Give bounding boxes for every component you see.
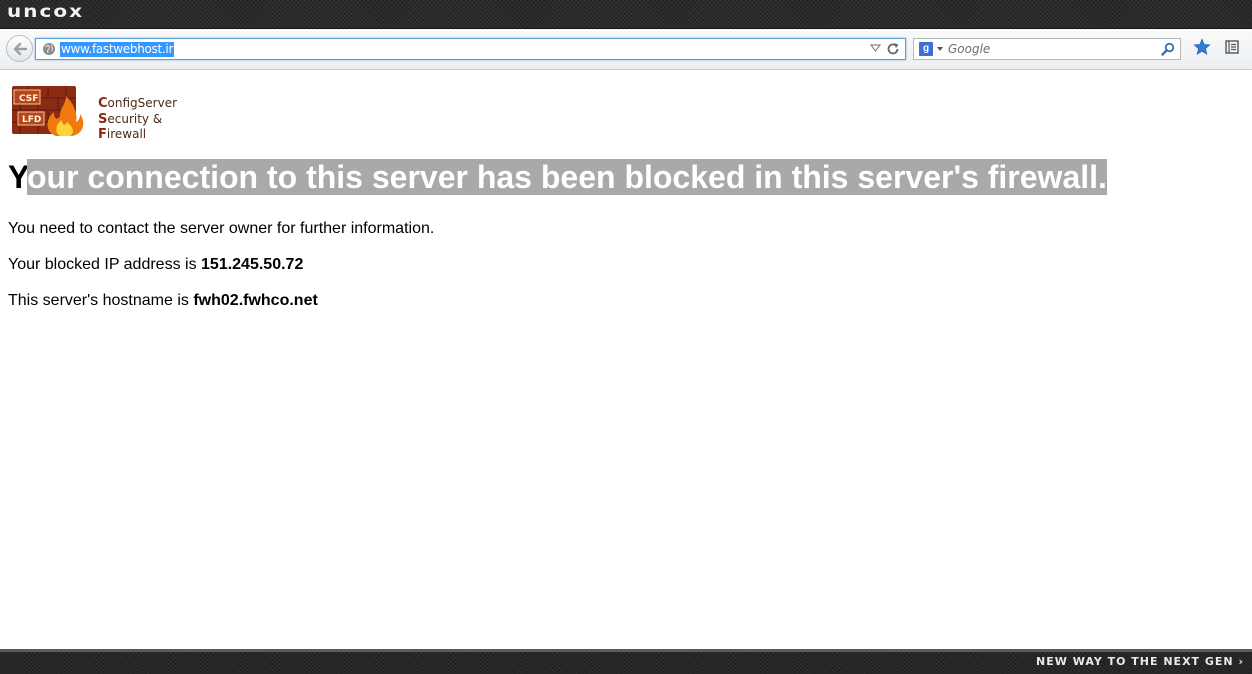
contact-owner-text: You need to contact the server owner for… <box>8 220 435 237</box>
back-arrow-icon <box>13 42 27 56</box>
csf-logo: CSF LFD ConfigServer Security & Firewall <box>10 82 177 142</box>
svg-text:CSF: CSF <box>19 94 38 104</box>
firewall-logo-icon: CSF LFD <box>12 86 84 136</box>
logo-wordmark: ConfigServer Security & Firewall <box>98 96 178 142</box>
search-magnifier-icon[interactable] <box>1161 42 1175 56</box>
search-bar[interactable]: g <box>913 38 1181 60</box>
theme-top-bar: uncox <box>0 0 1252 29</box>
brand-logo: uncox <box>7 1 84 22</box>
back-button[interactable] <box>6 35 33 62</box>
blocked-ip-line: Your blocked IP address is 151.245.50.72 <box>8 256 304 273</box>
url-bar[interactable]: www.fastwebhost.ir <box>35 38 906 60</box>
engine-dropdown-icon[interactable] <box>937 47 943 51</box>
search-input[interactable] <box>948 41 1148 57</box>
hostname-value: fwh02.fwhco.net <box>193 292 318 309</box>
reload-icon[interactable] <box>886 42 900 56</box>
bookmark-star-icon[interactable] <box>1193 38 1211 56</box>
blocked-headline: Your connection to this server has been … <box>8 159 1107 195</box>
navigation-toolbar: www.fastwebhost.ir g <box>0 29 1252 70</box>
hostname-line: This server's hostname is fwh02.fwhco.ne… <box>8 292 318 309</box>
globe-icon <box>43 43 55 55</box>
search-engine-icon[interactable]: g <box>919 42 933 56</box>
bookmarks-menu-icon[interactable] <box>1225 40 1239 54</box>
blocked-ip-value: 151.245.50.72 <box>201 256 304 273</box>
svg-text:LFD: LFD <box>22 115 41 125</box>
theme-bottom-bar: NEW WAY TO THE NEXT GEN › <box>0 649 1252 674</box>
url-text[interactable]: www.fastwebhost.ir <box>60 42 175 57</box>
selected-headline-text: our connection to this server has been b… <box>26 159 1107 195</box>
page-content: CSF LFD ConfigServer Security & Firewall… <box>0 70 1252 648</box>
theme-tagline: NEW WAY TO THE NEXT GEN › <box>1036 655 1244 668</box>
history-dropdown-icon[interactable] <box>870 43 881 53</box>
